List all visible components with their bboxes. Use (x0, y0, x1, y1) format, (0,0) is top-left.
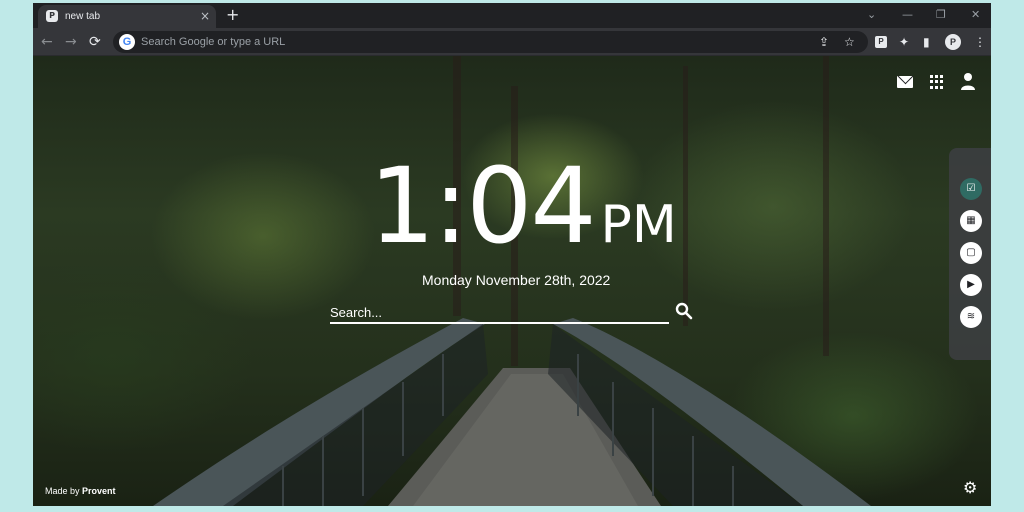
new-tab-button[interactable]: + (226, 6, 239, 24)
clock-ampm: PM (600, 195, 677, 255)
todo-list-icon[interactable]: ☑ (960, 178, 982, 200)
tab-title: new tab (65, 11, 101, 22)
restore-button[interactable]: ❐ (936, 6, 946, 24)
forward-button[interactable]: → (65, 32, 77, 52)
clock: 1:04 PM (369, 154, 677, 258)
profile-avatar[interactable]: P (945, 34, 961, 50)
mail-icon[interactable] (897, 76, 913, 88)
new-tab-page: 1:04PM Monday November 28th, 2022 ☑ ▦ ▢ … (33, 56, 991, 506)
close-window-button[interactable]: ✕ (971, 6, 980, 24)
date-label: Monday November 28th, 2022 (422, 272, 611, 288)
provent-extension-icon[interactable]: P (875, 36, 887, 48)
user-icon[interactable] (960, 72, 976, 90)
search-input[interactable] (330, 302, 669, 322)
reload-button[interactable]: ⟳ (89, 32, 101, 52)
sidepanel-icon[interactable]: ▮ (923, 33, 930, 51)
tab-strip: P new tab × + ⌄ — ❐ ✕ (33, 3, 991, 28)
share-icon[interactable]: ⇪ (819, 34, 829, 50)
omnibox[interactable]: G Search Google or type a URL ⇪ ☆ (113, 31, 868, 53)
spotify-icon[interactable]: ≋ (960, 306, 982, 328)
brand-link[interactable]: Provent (82, 486, 116, 496)
search-icon[interactable] (675, 302, 693, 320)
minimize-button[interactable]: — (902, 6, 913, 24)
close-tab-icon[interactable]: × (200, 8, 210, 24)
google-icon: G (119, 34, 135, 50)
youtube-icon[interactable]: ▶ (960, 274, 982, 296)
tab-new-tab[interactable]: P new tab × (38, 5, 216, 28)
back-button[interactable]: ← (41, 32, 53, 52)
made-by-credit: Made by Provent (45, 486, 116, 496)
provent-favicon-icon: P (46, 10, 58, 22)
puzzle-icon[interactable]: ✦ (899, 33, 909, 51)
apps-grid-icon[interactable] (930, 75, 944, 89)
browser-window: P new tab × + ⌄ — ❐ ✕ ← → ⟳ G Search Goo… (33, 3, 991, 506)
star-icon[interactable]: ☆ (844, 34, 855, 50)
calendar-icon[interactable]: ▦ (960, 210, 982, 232)
settings-gear-icon[interactable]: ⚙ (963, 479, 977, 497)
tab-search-dropdown-icon[interactable]: ⌄ (867, 6, 876, 24)
browser-toolbar: ← → ⟳ G Search Google or type a URL ⇪ ☆ … (33, 28, 991, 56)
made-by-prefix: Made by (45, 486, 80, 496)
widget-side-panel: ☑ ▦ ▢ ▶ ≋ (949, 148, 991, 360)
omnibox-placeholder[interactable]: Search Google or type a URL (141, 36, 285, 48)
notes-icon[interactable]: ▢ (960, 242, 982, 264)
search-box (330, 302, 669, 324)
menu-icon[interactable]: ⋮ (974, 33, 986, 51)
clock-time: 1:04 (369, 145, 597, 267)
